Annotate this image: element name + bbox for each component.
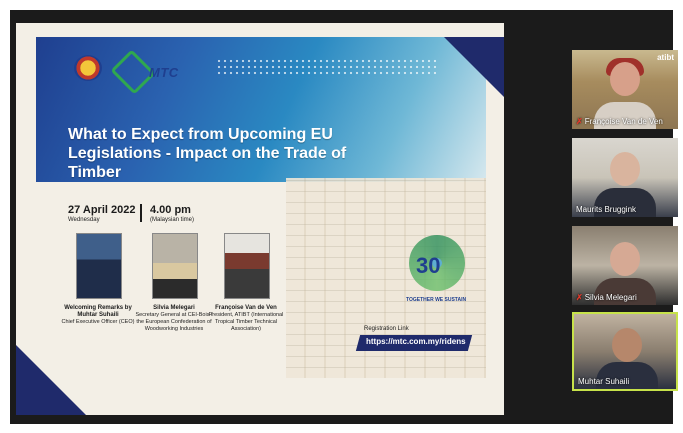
- mtc-logo-text: MTC: [149, 65, 179, 80]
- event-timezone: (Malaysian time): [150, 217, 195, 223]
- speaker-name: Silvia Melegari: [153, 305, 195, 311]
- participant-name-label: ✗ Silvia Melegari: [576, 293, 637, 302]
- participant-face: [612, 328, 642, 362]
- participant-face: [610, 62, 640, 96]
- ministry-crest-logo: [74, 55, 102, 81]
- registration-link[interactable]: https://mtc.com.my/ridens: [366, 337, 466, 346]
- event-banner: MTC What to Expect from Upcoming EU Legi…: [16, 23, 504, 415]
- event-title: What to Expect from Upcoming EU Legislat…: [68, 126, 347, 181]
- date-time-separator: [140, 204, 142, 222]
- anniversary-tagline: TOGETHER WE SUSTAIN: [406, 297, 467, 303]
- meeting-window: MTC What to Expect from Upcoming EU Legi…: [0, 0, 683, 433]
- participant-name-label: ✗ Françoise Van de Ven: [576, 117, 663, 126]
- event-weekday: Wednesday: [68, 217, 100, 223]
- participant-name: Muhtar Suhaili: [578, 377, 630, 386]
- speaker-photo-1: [76, 233, 122, 299]
- speaker-name: Françoise Van de Ven: [215, 305, 277, 311]
- speaker-role: Secretary General at CEI-Bois / the Euro…: [135, 312, 213, 332]
- participant-tile[interactable]: ✗ Silvia Melegari: [572, 226, 678, 305]
- mic-muted-icon: ✗: [576, 293, 583, 302]
- participant-name: Maurits Bruggink: [576, 205, 637, 214]
- anniversary-number: 30: [416, 253, 441, 278]
- registration-label: Registration Link: [364, 326, 409, 332]
- participant-face: [610, 152, 640, 186]
- speaker-name: Welcoming Remarks by Muhtar Suhaili: [64, 305, 132, 318]
- speaker-caption-2: Silvia Melegari Secretary General at CEI…: [134, 305, 214, 333]
- dot-pattern: [216, 58, 436, 78]
- corner-triangle-top-right: [444, 37, 504, 97]
- participant-tile-active-speaker[interactable]: Muhtar Suhaili: [572, 312, 678, 391]
- participant-name: Françoise Van de Ven: [584, 117, 663, 126]
- atibt-badge: atibt: [657, 53, 674, 62]
- speaker-caption-1: Welcoming Remarks by Muhtar Suhaili Chie…: [58, 305, 138, 326]
- participant-name-label: Maurits Bruggink: [576, 205, 636, 214]
- participant-face: [610, 242, 640, 276]
- participant-tile[interactable]: Maurits Bruggink: [572, 138, 678, 217]
- speaker-photo-2: [152, 233, 198, 299]
- participant-name-label: Muhtar Suhaili: [578, 377, 629, 386]
- speaker-photo-3: [224, 233, 270, 299]
- mic-muted-icon: ✗: [576, 117, 583, 126]
- banner-top-band: [16, 23, 504, 37]
- corner-triangle-bottom-left: [16, 345, 86, 415]
- event-date: 27 April 2022: [68, 204, 136, 216]
- participant-tile[interactable]: atibt ✗ Françoise Van de Ven: [572, 50, 678, 129]
- speaker-role: Chief Executive Officer (CEO): [61, 319, 135, 325]
- shared-screen[interactable]: MTC What to Expect from Upcoming EU Legi…: [16, 23, 504, 415]
- event-time: 4.00 pm: [150, 204, 191, 216]
- speaker-role: President, ATIBT (International Tropical…: [208, 312, 284, 332]
- participant-name: Silvia Melegari: [584, 293, 637, 302]
- speaker-caption-3: Françoise Van de Ven President, ATIBT (I…: [206, 305, 286, 333]
